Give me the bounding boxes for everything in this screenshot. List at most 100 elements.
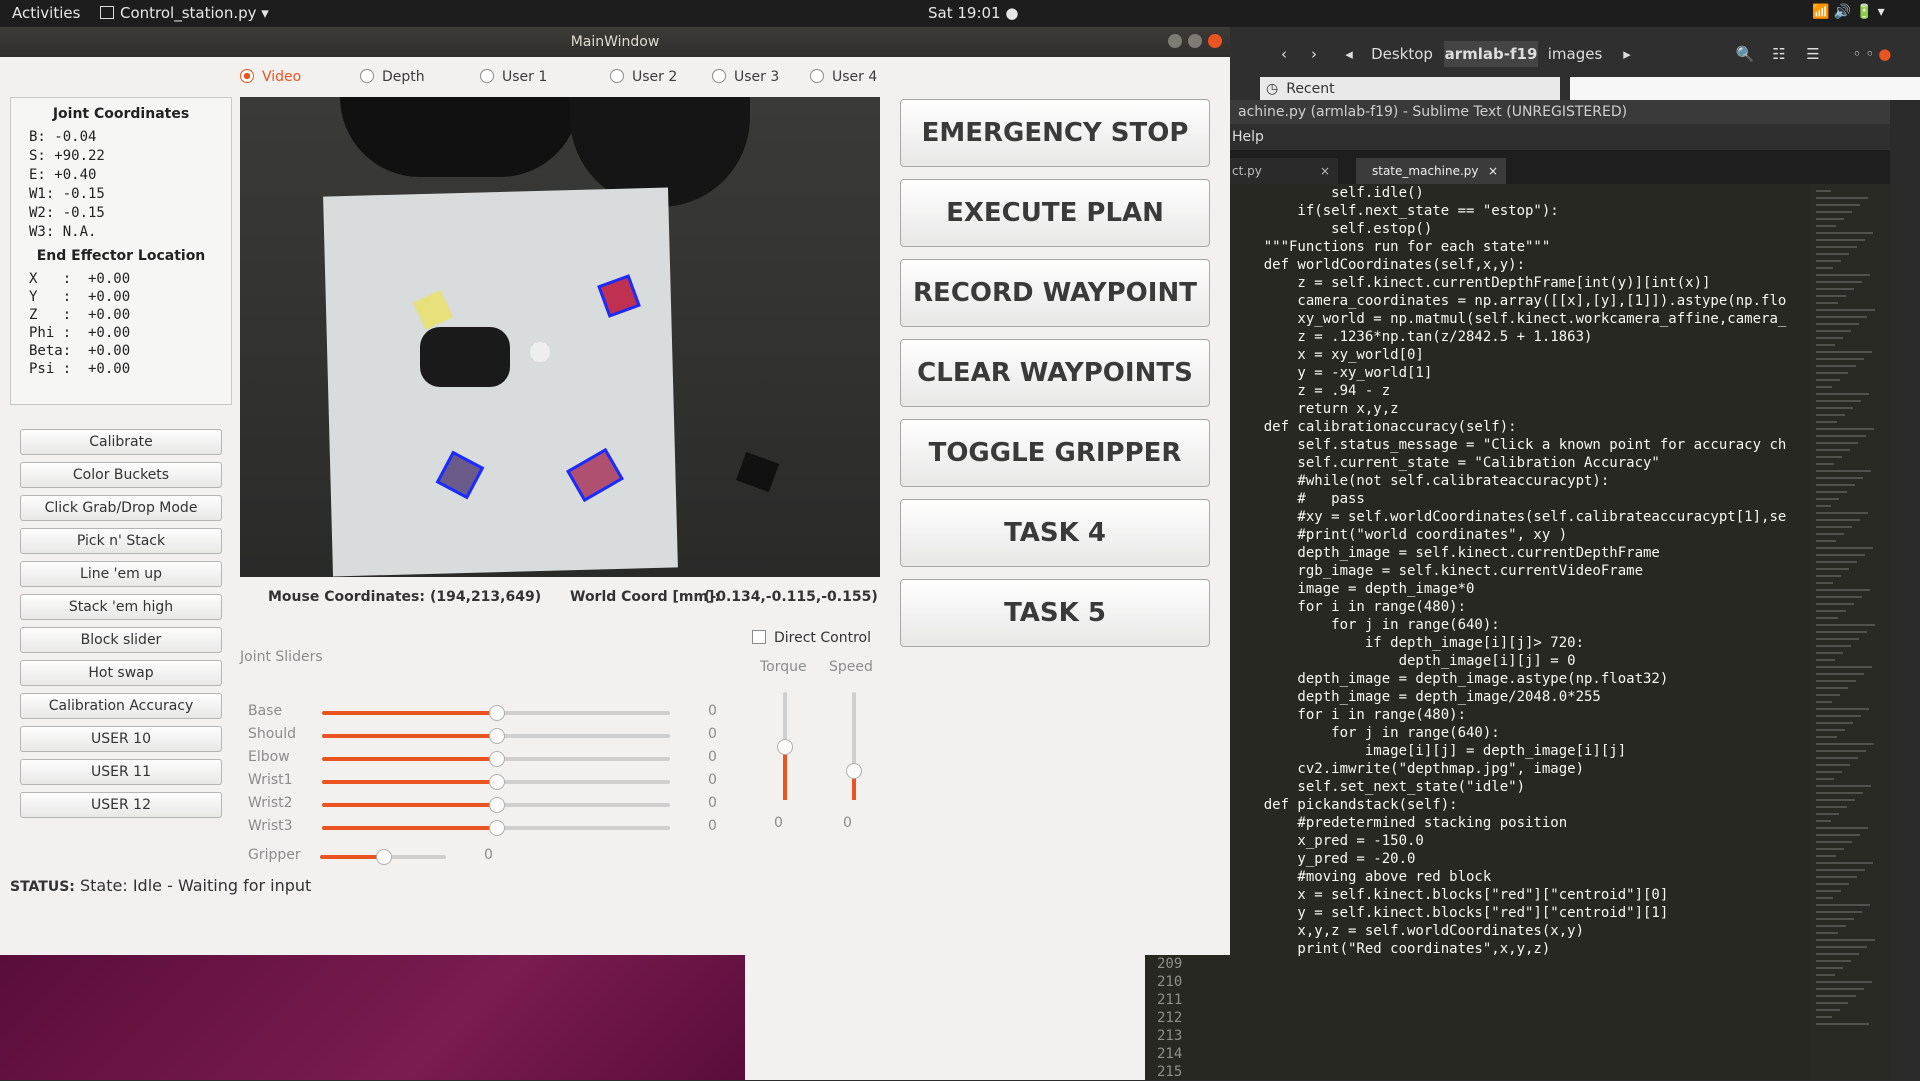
code-line[interactable]: cv2.imwrite("depthmap.jpg", image) [1230,760,1810,778]
code-line[interactable]: if depth_image[i][j]> 720: [1230,634,1810,652]
code-line[interactable]: return x,y,z [1230,400,1810,418]
code-line[interactable]: #predetermined stacking position [1230,814,1810,832]
code-line[interactable]: self.status_message = "Click a known poi… [1230,436,1810,454]
code-line[interactable]: print("Red coordinates",x,y,z) [1230,940,1810,958]
code-line[interactable]: self.current_state = "Calibration Accura… [1230,454,1810,472]
radio-dot[interactable] [240,69,254,83]
code-line[interactable]: y = self.kinect.blocks["red"]["centroid"… [1230,904,1810,922]
path-right-icon[interactable]: ▸ [1618,41,1636,67]
code-line[interactable]: image[i][j] = depth_image[i][j] [1230,742,1810,760]
radio-dot[interactable] [360,69,374,83]
side-button-user-12[interactable]: USER 12 [20,792,222,818]
menu-help[interactable]: Help [1232,129,1264,145]
radio-user-1[interactable]: User 1 [480,69,547,85]
minimize-icon[interactable] [1168,34,1182,48]
slider-knob[interactable] [489,820,505,836]
code-line[interactable]: image = depth_image*0 [1230,580,1810,598]
side-button-calibration-accuracy[interactable]: Calibration Accuracy [20,693,222,719]
code-line[interactable]: depth_image = depth_image.astype(np.floa… [1230,670,1810,688]
code-line[interactable]: """Functions run for each state""" [1230,238,1810,256]
tab-state-machine[interactable]: state_machine.py × [1356,158,1506,184]
radio-user-4[interactable]: User 4 [810,69,877,85]
code-line[interactable]: # pass [1230,490,1810,508]
code-line[interactable]: z = self.kinect.currentDepthFrame[int(y)… [1230,274,1810,292]
code-line[interactable]: depth_image = self.kinect.currentDepthFr… [1230,544,1810,562]
code-line[interactable]: camera_coordinates = np.array([[x],[y],[… [1230,292,1810,310]
code-line[interactable]: #moving above red block [1230,868,1810,886]
code-line[interactable]: depth_image = depth_image/2048.0*255 [1230,688,1810,706]
menu-icon[interactable]: ☰ [1798,41,1828,67]
slider-wrist1[interactable] [322,774,670,790]
radio-user-2[interactable]: User 2 [610,69,677,85]
path-images[interactable]: images [1540,41,1610,67]
side-button-pick-n-stack[interactable]: Pick n' Stack [20,528,222,554]
execute-plan-button[interactable]: EXECUTE PLAN [900,179,1210,247]
back-icon[interactable]: ‹ [1270,41,1298,67]
search-icon[interactable]: 🔍 [1730,41,1760,67]
emergency-stop-button[interactable]: EMERGENCY STOP [900,99,1210,167]
forward-icon[interactable]: › [1300,41,1328,67]
side-button-color-buckets[interactable]: Color Buckets [20,462,222,488]
code-line[interactable]: for i in range(480): [1230,598,1810,616]
speed-knob[interactable] [846,762,862,779]
code-line[interactable]: x_pred = -150.0 [1230,832,1810,850]
code-line[interactable]: xy_world = np.matmul(self.kinect.workcam… [1230,310,1810,328]
video-feed[interactable] [240,97,880,577]
side-button-hot-swap[interactable]: Hot swap [20,660,222,686]
path-armlab[interactable]: armlab-f19 [1444,41,1538,67]
slider-knob[interactable] [489,705,505,721]
slider-knob[interactable] [489,751,505,767]
code-line[interactable]: #xy = self.worldCoordinates(self.calibra… [1230,508,1810,526]
code-line[interactable]: def worldCoordinates(self,x,y): [1230,256,1810,274]
side-button-calibrate[interactable]: Calibrate [20,429,222,455]
slider-base[interactable] [322,705,670,721]
app-menu[interactable]: Control_station.py ▾ [100,4,269,22]
minimap[interactable] [1810,184,1890,1080]
slider-knob[interactable] [489,774,505,790]
view-list-icon[interactable]: ☷ [1764,41,1794,67]
activities-button[interactable]: Activities [12,4,80,22]
code-editor[interactable]: self.idle() if(self.next_state == "estop… [1230,184,1810,1080]
torque-slider[interactable] [777,692,793,800]
radio-dot[interactable] [810,69,824,83]
path-left-icon[interactable]: ◂ [1340,41,1358,67]
code-line[interactable]: x = self.kinect.blocks["red"]["centroid"… [1230,886,1810,904]
side-button-user-10[interactable]: USER 10 [20,726,222,752]
task-4-button[interactable]: TASK 4 [900,499,1210,567]
code-line[interactable]: #print("world coordinates", xy ) [1230,526,1810,544]
side-button-line-em-up[interactable]: Line 'em up [20,561,222,587]
task-5-button[interactable]: TASK 5 [900,579,1210,647]
path-desktop[interactable]: Desktop [1362,41,1442,67]
slider-knob[interactable] [489,728,505,744]
window-controls[interactable]: ◦◦● [1834,41,1914,67]
code-line[interactable]: for j in range(640): [1230,616,1810,634]
slider-knob[interactable] [489,797,505,813]
code-line[interactable]: x,y,z = self.worldCoordinates(x,y) [1230,922,1810,940]
code-line[interactable]: rgb_image = self.kinect.currentVideoFram… [1230,562,1810,580]
code-line[interactable]: self.set_next_state("idle") [1230,778,1810,796]
code-line[interactable]: depth_image[i][j] = 0 [1230,652,1810,670]
code-line[interactable]: self.idle() [1230,184,1810,202]
code-line[interactable]: y_pred = -20.0 [1230,850,1810,868]
slider-knob[interactable] [376,849,392,865]
code-line[interactable]: if(self.next_state == "estop"): [1230,202,1810,220]
code-line[interactable]: x = xy_world[0] [1230,346,1810,364]
code-line[interactable]: z = .94 - z [1230,382,1810,400]
tab-ct[interactable]: ct.py × [1230,158,1338,184]
close-icon[interactable]: × [1320,158,1330,184]
torque-knob[interactable] [777,739,793,755]
direct-control-checkbox[interactable] [752,630,766,644]
code-line[interactable]: def calibrationaccuracy(self): [1230,418,1810,436]
speed-slider[interactable] [846,692,862,800]
radio-dot[interactable] [712,69,726,83]
code-line[interactable]: for j in range(640): [1230,724,1810,742]
clock[interactable]: Sat 19:01 ● [928,4,1018,22]
radio-video[interactable]: Video [240,69,301,85]
slider-elbow[interactable] [322,751,670,767]
recent-place[interactable]: ◷ Recent [1260,77,1560,102]
radio-depth[interactable]: Depth [360,69,425,85]
slider-gripper[interactable] [320,849,446,865]
slider-should[interactable] [322,728,670,744]
side-button-user-11[interactable]: USER 11 [20,759,222,785]
side-button-click-grab-drop-mode[interactable]: Click Grab/Drop Mode [20,495,222,521]
